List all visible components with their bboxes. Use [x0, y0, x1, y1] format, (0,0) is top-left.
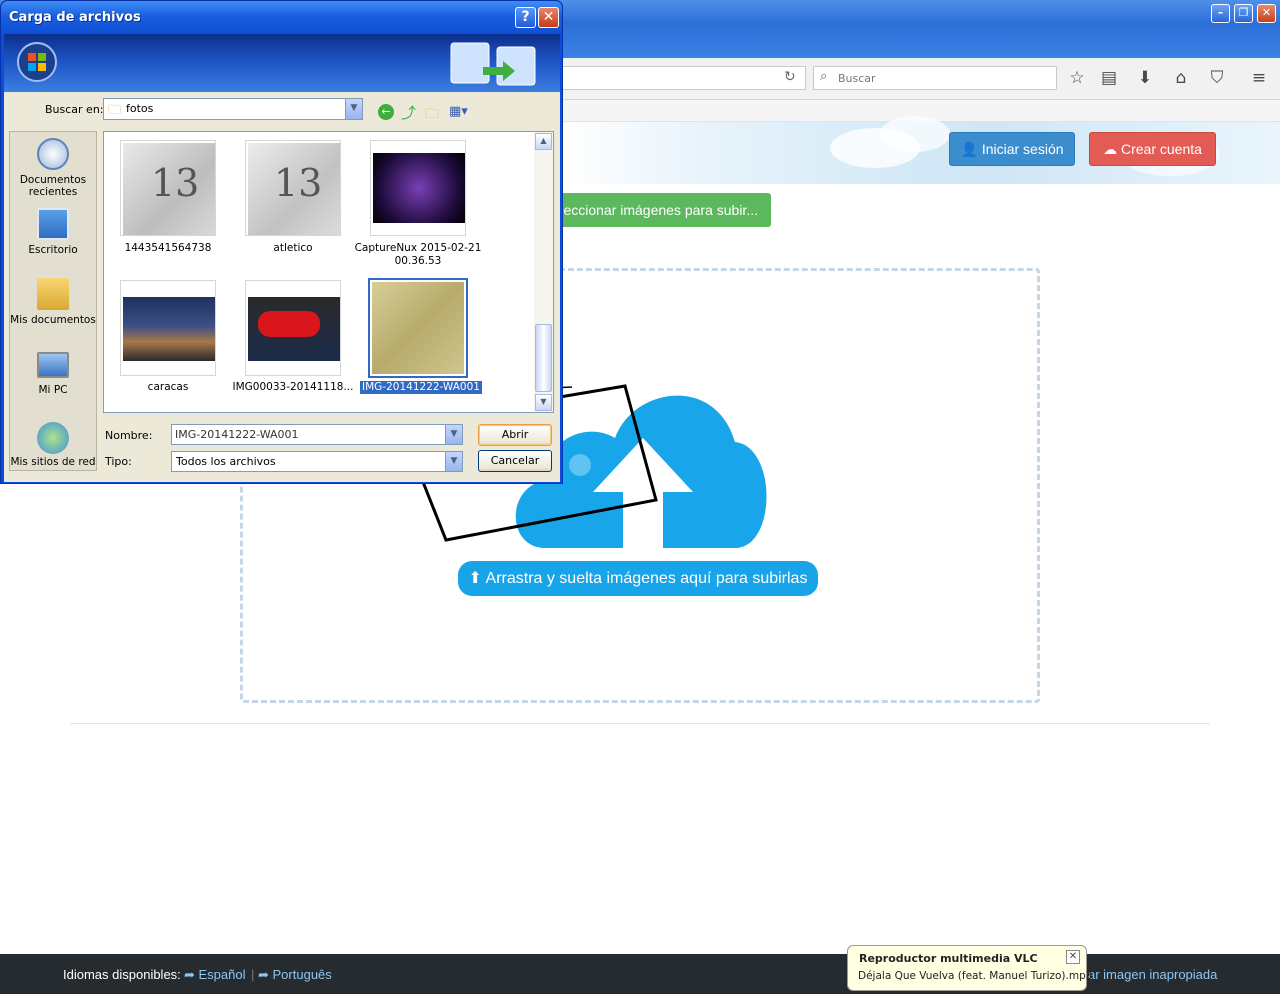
user-icon: 👤 — [960, 141, 978, 157]
file-transfer-icon — [450, 42, 536, 86]
upload-icon: ⬆ — [468, 570, 482, 587]
scroll-thumb[interactable] — [535, 324, 552, 392]
minimize-icon[interactable]: – — [1211, 4, 1230, 23]
reload-icon[interactable]: ↻ — [784, 69, 796, 85]
place-documents[interactable]: Mis documentos — [10, 278, 96, 326]
help-icon[interactable]: ? — [515, 7, 536, 28]
name-label: Nombre: — [105, 429, 153, 442]
my-documents-icon — [37, 278, 69, 310]
scroll-down-icon[interactable]: ▼ — [535, 394, 552, 411]
back-icon[interactable]: ← — [378, 104, 394, 120]
star-icon[interactable]: ☆ — [1066, 68, 1088, 88]
file-item[interactable]: 13 — [245, 140, 341, 236]
up-folder-icon[interactable]: ⤴ — [401, 102, 416, 123]
restore-icon[interactable]: ❐ — [1234, 4, 1253, 23]
pocket-icon[interactable]: ⛉ — [1206, 68, 1228, 88]
divider — [70, 723, 1210, 724]
lookin-select[interactable]: 🗀 fotos ▼ — [103, 98, 363, 120]
login-button[interactable]: 👤 Iniciar sesión — [949, 132, 1075, 166]
desktop-icon — [37, 208, 69, 240]
select-images-button[interactable]: eccionar imágenes para subir... — [540, 193, 771, 227]
dialog-banner — [4, 34, 560, 92]
my-computer-icon — [37, 352, 69, 378]
drop-label[interactable]: ⬆ Arrastra y suelta imágenes aquí para s… — [458, 561, 818, 596]
scroll-up-icon[interactable]: ▲ — [535, 133, 552, 150]
search-icon: ⌕ — [820, 69, 828, 84]
signup-button[interactable]: ☁ Crear cuenta — [1089, 132, 1216, 166]
file-item[interactable] — [120, 280, 216, 376]
folder-icon: 🗀 — [108, 103, 122, 118]
file-item-selected[interactable] — [368, 278, 468, 378]
file-thumbnail: 13 — [248, 143, 340, 235]
place-mypc[interactable]: Mi PC — [10, 348, 96, 396]
file-name: 1443541564738 — [124, 242, 212, 254]
file-name: caracas — [147, 381, 189, 393]
filetype-select[interactable]: Todos los archivos ▼ — [171, 451, 463, 472]
download-icon[interactable]: ⬇ — [1134, 68, 1156, 88]
vlc-notification[interactable]: Reproductor multimedia VLC Déjala Que Vu… — [847, 945, 1092, 991]
file-thumbnail — [123, 297, 215, 361]
type-label: Tipo: — [105, 455, 132, 468]
dialog-titlebar: Carga de archivos ? ✕ — [1, 1, 562, 34]
file-item[interactable] — [370, 140, 466, 236]
file-thumbnail — [373, 153, 465, 223]
recent-documents-icon — [37, 138, 69, 170]
home-icon[interactable]: ⌂ — [1170, 68, 1192, 88]
windows-orb-icon — [17, 42, 57, 82]
search-input[interactable]: ⌕ Buscar — [813, 66, 1057, 90]
file-name: CaptureNux 2015-02-21 00.36.53 — [354, 242, 482, 267]
open-button[interactable]: Abrir — [478, 424, 552, 446]
place-recent[interactable]: Documentos recientes — [10, 138, 96, 198]
chevron-down-icon[interactable]: ▼ — [445, 425, 462, 444]
file-thumbnail: 13 — [123, 143, 215, 235]
lookin-label: Buscar en: — [45, 103, 104, 116]
place-desktop[interactable]: Escritorio — [10, 208, 96, 256]
separator: | — [251, 967, 255, 982]
places-bar: Documentos recientes Escritorio Mis docu… — [9, 131, 97, 471]
close-icon[interactable]: ✕ — [1257, 4, 1276, 23]
new-folder-icon[interactable]: 🗀 — [425, 103, 439, 127]
network-places-icon — [37, 422, 69, 454]
file-name: IMG00033-20141118... — [232, 381, 354, 393]
chevron-down-icon[interactable]: ▼ — [345, 99, 362, 119]
url-bar[interactable]: ↻ — [540, 66, 806, 90]
lang-es-link[interactable]: ➦ Español — [184, 967, 246, 983]
file-item[interactable] — [245, 280, 341, 376]
chevron-down-icon[interactable]: ▼ — [445, 452, 462, 471]
reading-list-icon[interactable]: ▤ — [1098, 68, 1120, 88]
file-item[interactable]: 13 — [120, 140, 216, 236]
cancel-button[interactable]: Cancelar — [478, 450, 552, 472]
close-icon[interactable]: ✕ — [538, 7, 559, 28]
filename-input[interactable]: IMG-20141222-WA001 ▼ — [171, 424, 463, 445]
file-name: atletico — [273, 242, 313, 254]
file-name: IMG-20141222-WA001 — [360, 381, 482, 394]
place-network[interactable]: Mis sitios de red — [10, 420, 96, 468]
scrollbar[interactable]: ▲ ▼ — [534, 132, 553, 412]
file-thumbnail — [372, 282, 464, 374]
close-icon[interactable]: ✕ — [1066, 950, 1080, 964]
report-image-link[interactable]: ar imagen inapropiada — [1088, 967, 1217, 982]
lang-pt-link[interactable]: ➦ Português — [258, 967, 332, 983]
menu-icon[interactable]: ≡ — [1248, 68, 1270, 88]
file-thumbnail — [248, 297, 340, 361]
cloud-icon: ☁ — [1103, 141, 1118, 157]
view-menu-icon[interactable]: ▦▾ — [449, 104, 468, 119]
